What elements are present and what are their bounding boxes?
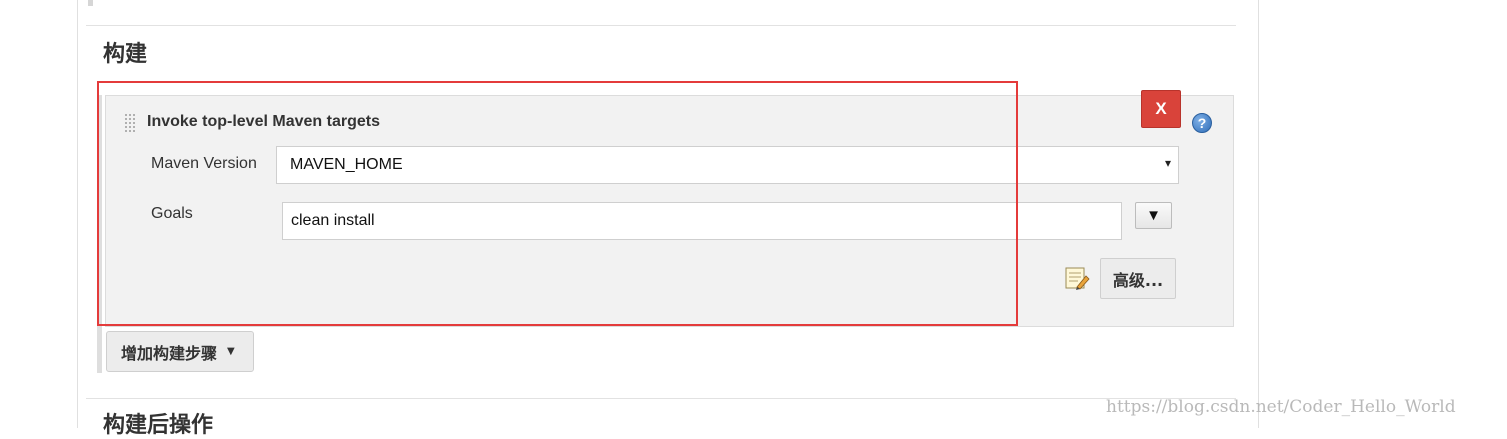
expand-goals-button[interactable]: ▼	[1135, 202, 1172, 229]
dropdown-caret-icon: ▼	[227, 346, 235, 357]
add-build-step-label: 增加构建步骤	[121, 343, 218, 363]
highlight-annotation-box	[97, 81, 1018, 326]
section-divider-2	[86, 398, 1236, 399]
delete-step-button[interactable]: X	[1141, 90, 1181, 128]
section-title-build: 构建	[103, 42, 148, 67]
help-icon[interactable]: ?	[1192, 113, 1212, 133]
add-build-step-button[interactable]: 增加构建步骤 ▼	[106, 331, 254, 372]
advanced-button[interactable]: 高级...	[1100, 258, 1176, 299]
notepad-edit-icon[interactable]	[1064, 265, 1090, 291]
select-caret-icon: ▾	[1164, 156, 1171, 170]
section-title-post-build: 构建后操作	[103, 413, 214, 438]
watermark-text: https://blog.csdn.net/Coder_Hello_World	[1106, 397, 1456, 417]
section-divider	[86, 25, 1236, 26]
previous-section-stub	[88, 0, 93, 6]
